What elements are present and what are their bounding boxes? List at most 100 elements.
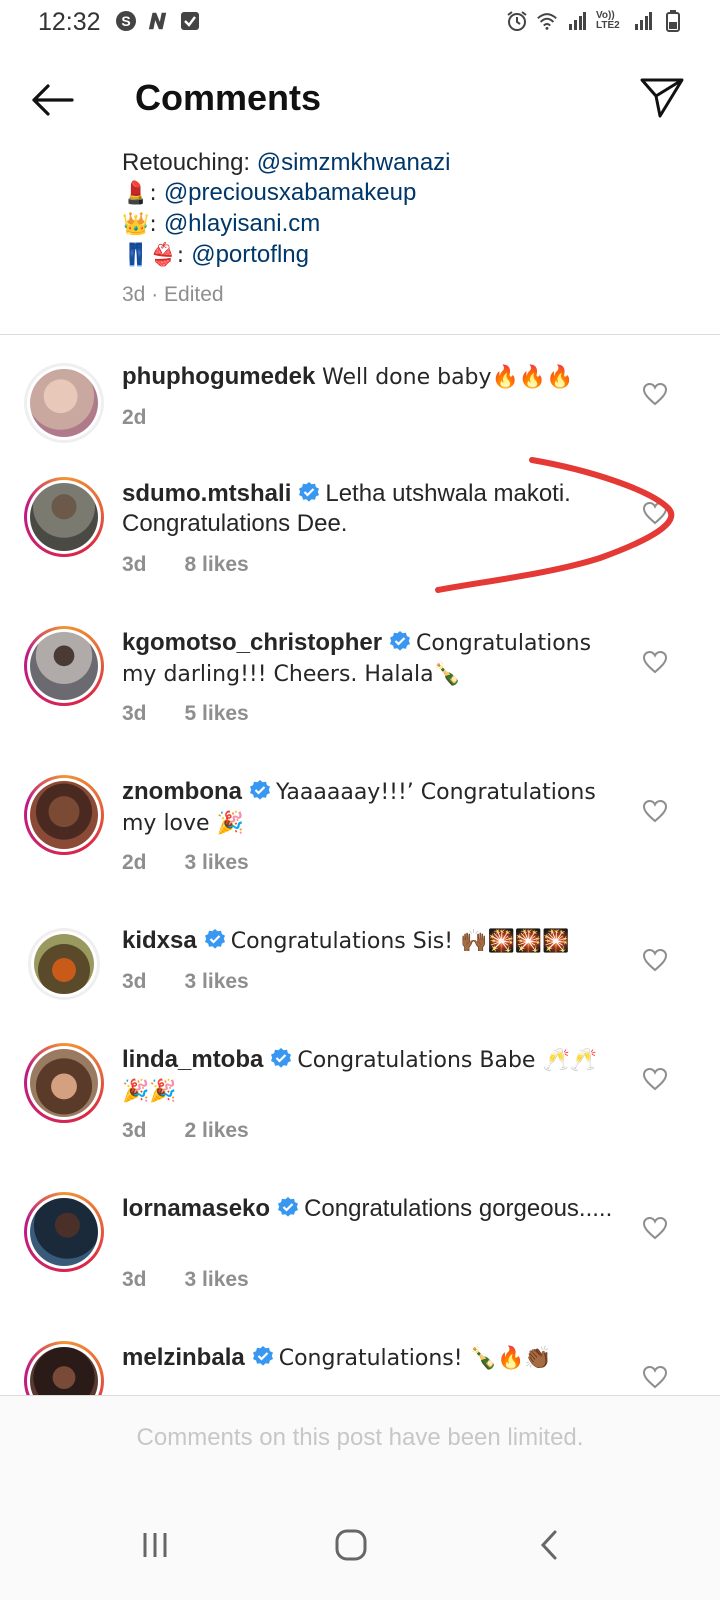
comment-likes[interactable]: 2 likes: [185, 1119, 249, 1143]
back-button[interactable]: [28, 78, 76, 122]
comment-meta: 2d 3 likes: [122, 851, 249, 875]
home-icon: [335, 1529, 367, 1561]
comment-meta: 2d: [122, 406, 147, 430]
recent-apps-button[interactable]: [130, 1520, 180, 1570]
n-icon: [147, 10, 169, 32]
avatar[interactable]: [24, 626, 104, 706]
like-button[interactable]: [642, 948, 668, 972]
comment-likes[interactable]: 5 likes: [185, 702, 249, 726]
avatar[interactable]: [24, 1043, 104, 1123]
like-button[interactable]: [642, 1216, 668, 1240]
heart-icon: [642, 799, 668, 823]
comment-body: phuphogumedek Well done baby🔥🔥🔥: [122, 362, 622, 393]
verified-badge-icon: [252, 1346, 273, 1366]
comment-time: 3d: [122, 970, 147, 993]
comment-username[interactable]: kidxsa: [122, 927, 197, 954]
volte-icon: Vo)) LTE2: [596, 10, 620, 31]
comment-meta: 3d 2 likes: [122, 1119, 249, 1143]
comment-body: kgomotso_christopher Congratulations my d…: [122, 628, 622, 690]
avatar[interactable]: [24, 363, 104, 443]
comment-username[interactable]: znombona: [122, 778, 242, 805]
like-button[interactable]: [642, 650, 668, 674]
caption-line: 💄: @preciousxabamakeup: [122, 178, 692, 209]
comment-time: 3d: [122, 553, 147, 576]
comment-meta: 3d 3 likes: [122, 1268, 249, 1292]
status-left-icons: S: [115, 10, 201, 32]
system-nav-bar: [0, 1490, 720, 1600]
like-button[interactable]: [642, 799, 668, 823]
comment-meta: 3d 3 likes: [122, 970, 249, 994]
share-button[interactable]: [638, 74, 686, 122]
status-bar: 12:32 S Vo)) LTE2: [0, 0, 720, 46]
comment-meta: 3d 5 likes: [122, 702, 249, 726]
mention-link[interactable]: @portoflng: [191, 241, 309, 268]
check-icon: [179, 10, 201, 32]
home-button[interactable]: [326, 1520, 376, 1570]
like-button[interactable]: [642, 382, 668, 406]
recent-apps-icon: [143, 1533, 167, 1557]
caption-text: 👖👙:: [122, 243, 192, 268]
caption-line: Retouching: @simzmkhwanazi: [122, 148, 692, 178]
avatar[interactable]: [24, 477, 104, 557]
header: Comments: [0, 60, 720, 140]
mention-link[interactable]: @preciousxabamakeup: [164, 179, 417, 206]
send-icon: [640, 78, 684, 118]
comment-username[interactable]: kgomotso_christopher: [122, 629, 382, 656]
comment-time: 2d: [122, 406, 147, 429]
comment-body: kidxsa Congratulations Sis! 🙌🏾🎇🎇🎇: [122, 926, 622, 957]
verified-badge-icon: [204, 929, 225, 949]
comment-body: melzinbala Congratulations! 🍾🔥👏🏾: [122, 1343, 622, 1374]
heart-icon: [642, 1365, 668, 1389]
comments-limited-notice: Comments on this post have been limited.: [0, 1395, 720, 1490]
verified-badge-icon: [271, 1048, 292, 1068]
comment-text: Congratulations! 🍾🔥👏🏾: [278, 1346, 552, 1371]
comment-body: znombona Yaaaaaay!!!’ Congratulations my …: [122, 777, 622, 839]
battery-icon: [662, 10, 684, 32]
caption-text: 👑:: [122, 212, 164, 237]
signal-icon: [566, 10, 588, 32]
mention-link[interactable]: @simzmkhwanazi: [257, 149, 451, 176]
comment-username[interactable]: melzinbala: [122, 1344, 245, 1371]
comment-time: 3d: [122, 1268, 147, 1291]
post-caption: Retouching: @simzmkhwanazi 💄: @preciousx…: [122, 140, 692, 315]
comment-username[interactable]: lornamaseko: [122, 1195, 270, 1222]
comment-time: 2d: [122, 851, 147, 874]
system-back-button[interactable]: [524, 1520, 574, 1570]
back-arrow-icon: [32, 84, 74, 116]
comment-username[interactable]: sdumo.mtshali: [122, 480, 291, 507]
status-time: 12:32: [38, 8, 101, 36]
avatar[interactable]: [28, 928, 100, 1000]
comment-likes[interactable]: 3 likes: [185, 1268, 249, 1292]
skype-icon: S: [115, 10, 137, 32]
heart-icon: [642, 650, 668, 674]
caption-meta: 3d · Edited: [122, 283, 224, 306]
wifi-icon: [536, 10, 558, 32]
comment-username[interactable]: linda_mtoba: [122, 1046, 263, 1073]
heart-icon: [642, 1216, 668, 1240]
verified-badge-icon: [278, 1197, 299, 1217]
avatar[interactable]: [24, 1192, 104, 1272]
comment-time: 3d: [122, 1119, 147, 1142]
comment-likes[interactable]: 3 likes: [185, 970, 249, 994]
caption-text: 💄:: [122, 181, 164, 206]
verified-badge-icon: [299, 482, 320, 502]
verified-badge-icon: [390, 631, 411, 651]
comment-text: Congratulations Sis! 🙌🏾🎇🎇🎇: [230, 929, 570, 954]
avatar[interactable]: [24, 1341, 104, 1395]
comment-likes[interactable]: 3 likes: [185, 851, 249, 875]
heart-icon: [642, 382, 668, 406]
like-button[interactable]: [642, 1067, 668, 1091]
comment-username[interactable]: phuphogumedek: [122, 363, 315, 390]
heart-icon: [642, 501, 668, 525]
status-right-icons: Vo)) LTE2: [506, 10, 684, 32]
comment-text: Well done baby🔥🔥🔥: [322, 365, 574, 390]
like-button[interactable]: [642, 501, 668, 525]
comment-list: phuphogumedek Well done baby🔥🔥🔥 2d sdumo…: [0, 335, 720, 1395]
heart-icon: [642, 1067, 668, 1091]
mention-link[interactable]: @hlayisani.cm: [164, 210, 320, 237]
avatar[interactable]: [24, 775, 104, 855]
verified-badge-icon: [250, 780, 270, 800]
signal-icon-2: [632, 10, 654, 32]
like-button[interactable]: [642, 1365, 668, 1389]
comment-likes[interactable]: 8 likes: [185, 553, 249, 577]
